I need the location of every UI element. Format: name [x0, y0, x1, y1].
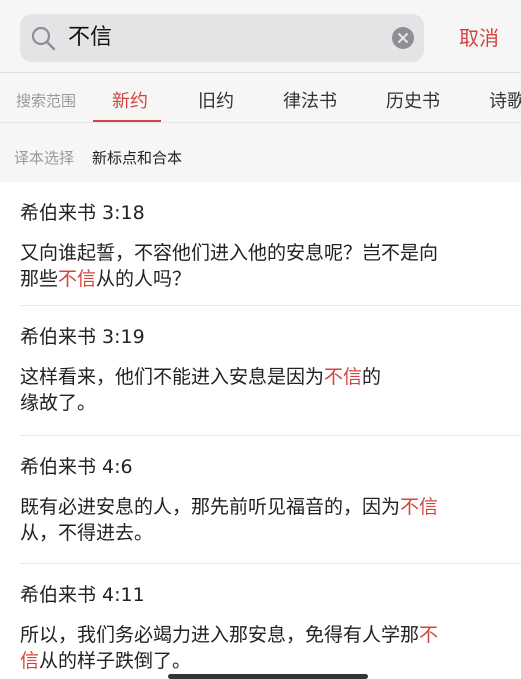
verse-text: 这样看来，他们不能进入安息是因为不信的 缘故了。: [20, 366, 382, 414]
match-highlight: 不: [419, 624, 439, 646]
match-highlight: 不信: [400, 496, 439, 518]
clear-icon[interactable]: [392, 27, 414, 49]
version-label: 译本选择: [14, 149, 75, 167]
tab-law-books[interactable]: 律法书: [283, 87, 337, 113]
verse-reference: 希伯来书 4:11: [20, 584, 145, 606]
verse-reference: 希伯来书 3:18: [20, 202, 145, 224]
search-icon: [31, 26, 56, 51]
list-item[interactable]: 希伯来书 3:19 这样看来，他们不能进入安息是因为不信的 缘故了。: [0, 306, 521, 436]
tab-old-testament[interactable]: 旧约: [198, 87, 234, 113]
match-highlight: 不信: [58, 268, 97, 290]
home-indicator[interactable]: [168, 674, 368, 679]
verse-text: 又向谁起誓，不容他们进入他的安息呢？岂不是向 那些不信从的人吗？: [20, 242, 439, 290]
search-input[interactable]: 不信: [20, 14, 424, 62]
search-header: 不信 取消: [0, 0, 521, 72]
version-selector[interactable]: 新标点和合本: [92, 147, 182, 168]
match-highlight: 不信: [324, 366, 363, 388]
tab-poetry-books[interactable]: 诗歌: [489, 87, 521, 113]
verse-reference: 希伯来书 3:19: [20, 326, 145, 348]
match-highlight: 信: [20, 650, 40, 672]
verse-text: 既有必进安息的人，那先前听见福音的，因为不信 从，不得进去。: [20, 496, 439, 544]
tab-history-books[interactable]: 历史书: [386, 87, 440, 113]
version-select-bar: 译本选择 新标点和合本: [0, 122, 521, 182]
verse-text: 所以，我们务必竭力进入那安息，免得有人学那不 信从的样子跌倒了。: [20, 624, 439, 672]
search-range-bar: 搜索范围 新约 旧约 律法书 历史书 诗歌: [0, 72, 521, 123]
list-item[interactable]: 希伯来书 4:6 既有必进安息的人，那先前听见福音的，因为不信 从，不得进去。: [0, 436, 521, 564]
search-results-list: 希伯来书 3:18 又向谁起誓，不容他们进入他的安息呢？岂不是向 那些不信从的人…: [0, 182, 521, 679]
search-query[interactable]: 不信: [68, 24, 112, 52]
list-item[interactable]: 希伯来书 4:11 所以，我们务必竭力进入那安息，免得有人学那不 信从的样子跌倒…: [0, 564, 521, 679]
verse-reference: 希伯来书 4:6: [20, 456, 133, 478]
tab-new-testament[interactable]: 新约: [112, 87, 148, 113]
list-item[interactable]: 希伯来书 3:18 又向谁起誓，不容他们进入他的安息呢？岂不是向 那些不信从的人…: [0, 182, 521, 306]
search-range-label: 搜索范围: [16, 92, 77, 110]
cancel-button[interactable]: 取消: [459, 24, 499, 52]
